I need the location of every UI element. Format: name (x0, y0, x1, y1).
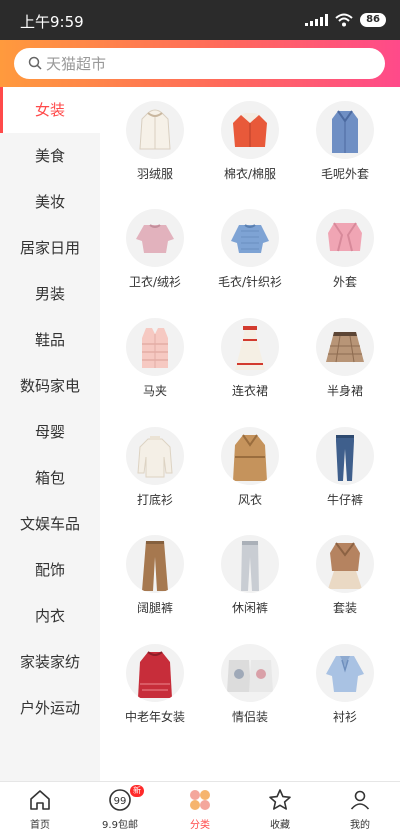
home-icon (30, 790, 50, 810)
cotton-coat-icon (233, 113, 267, 147)
category-sidebar: 女装 美食 美妆 居家日用 男装 鞋品 数码家电 母婴 箱包 文娱车品 配饰 内… (0, 87, 100, 781)
svg-text:99: 99 (114, 796, 127, 807)
sidebar-item-bags[interactable]: 箱包 (0, 455, 100, 501)
subcategory-label: 毛呢外套 (320, 167, 369, 181)
sidebar-item-food[interactable]: 美食 (0, 133, 100, 179)
category-icon (190, 790, 210, 810)
subcategory-dress[interactable]: 连衣裙 (200, 304, 300, 404)
sidebar-item-outdoor[interactable]: 户外运动 (0, 685, 100, 731)
subcategory-sweater[interactable]: 毛衣/针织衫 (200, 195, 300, 295)
subcategory-wool-coat[interactable]: 毛呢外套 (295, 87, 395, 187)
subcategory-label: 羽绒服 (136, 167, 173, 181)
tab-label: 收藏 (270, 820, 290, 831)
dress-icon (235, 326, 265, 370)
subcategory-jeans[interactable]: 牛仔裤 (295, 413, 395, 513)
signal-icon (305, 14, 329, 26)
subcategory-blouse[interactable]: 衬衫 (295, 630, 395, 730)
vest-icon (142, 328, 168, 368)
subcategory-label: 套装 (332, 601, 357, 615)
subcategory-elder-clothing[interactable]: 中老年女装 (105, 630, 205, 730)
bottom-tab-bar: 首页 99 新 9.9包邮 分类 收藏 我的 (0, 781, 400, 832)
sweatshirt-icon (136, 224, 174, 253)
subcategory-cotton-coat[interactable]: 棉衣/棉服 (200, 87, 300, 187)
subcategory-suit-set[interactable]: 套装 (295, 521, 395, 621)
subcategory-label: 情侣装 (231, 710, 268, 724)
sidebar-item-men[interactable]: 男装 (0, 271, 100, 317)
subcategory-wide-pants[interactable]: 阔腿裤 (105, 521, 205, 621)
tab-99-free-shipping[interactable]: 99 新 9.9包邮 (80, 782, 160, 832)
subcategory-trench-coat[interactable]: 风衣 (200, 413, 300, 513)
star-icon (269, 789, 291, 810)
sidebar-item-baby[interactable]: 母婴 (0, 409, 100, 455)
subcategory-jacket[interactable]: 外套 (295, 195, 395, 295)
subcategory-label: 半身裙 (326, 384, 363, 398)
subcategory-label: 中老年女装 (124, 710, 185, 724)
tab-label: 我的 (350, 820, 370, 831)
new-badge: 新 (130, 785, 144, 797)
sweater-icon (231, 224, 269, 253)
tab-favorites[interactable]: 收藏 (240, 782, 320, 832)
subcategory-sweatshirt[interactable]: 卫衣/绒衫 (105, 195, 205, 295)
subcategory-base-shirt[interactable]: 打底衫 (105, 413, 205, 513)
base-shirt-icon (137, 436, 173, 478)
tab-label: 分类 (190, 820, 210, 831)
subcategory-grid: 羽绒服 棉衣/棉服 毛呢外套 卫衣/绒衫 毛衣/针织衫 外套 马夹 连衣裙 半身… (100, 87, 400, 781)
couple-wear-icon (227, 660, 273, 692)
tab-label: 首页 (30, 820, 50, 831)
search-input[interactable] (46, 48, 366, 79)
subcategory-label: 毛衣/针织衫 (217, 275, 283, 289)
sidebar-item-beauty[interactable]: 美妆 (0, 179, 100, 225)
sidebar-item-home-textiles[interactable]: 家装家纺 (0, 639, 100, 685)
skirt-icon (326, 332, 364, 363)
wool-coat-icon (332, 110, 358, 153)
search-header (0, 40, 400, 87)
elder-clothing-icon (138, 651, 172, 698)
subcategory-label: 打底衫 (136, 493, 173, 507)
coin-99-icon: 99 (109, 789, 131, 811)
wide-pants-icon (142, 541, 168, 591)
tab-label: 9.9包邮 (102, 820, 138, 831)
sidebar-item-underwear[interactable]: 内衣 (0, 593, 100, 639)
search-box[interactable] (14, 48, 385, 79)
subcategory-down-jacket[interactable]: 羽绒服 (105, 87, 205, 187)
tab-mine[interactable]: 我的 (320, 782, 400, 832)
subcategory-label: 衬衫 (332, 710, 357, 724)
status-bar: 上午9:59 86 (0, 0, 400, 40)
blouse-icon (326, 656, 364, 692)
tab-home[interactable]: 首页 (0, 782, 80, 832)
search-icon (28, 56, 42, 70)
subcategory-label: 马夹 (142, 384, 167, 398)
sidebar-item-shoes[interactable]: 鞋品 (0, 317, 100, 363)
subcategory-label: 休闲裤 (231, 601, 268, 615)
subcategory-label: 外套 (332, 275, 357, 289)
subcategory-label: 风衣 (237, 493, 262, 507)
subcategory-casual-pants[interactable]: 休闲裤 (200, 521, 300, 621)
jacket-icon (328, 222, 362, 252)
sidebar-item-entertainment-car[interactable]: 文娱车品 (0, 501, 100, 547)
user-icon (350, 790, 370, 810)
down-jacket-icon (139, 109, 171, 150)
sidebar-item-electronics[interactable]: 数码家电 (0, 363, 100, 409)
wifi-icon (335, 13, 353, 27)
status-indicators: 86 (305, 13, 386, 27)
suit-set-icon (328, 542, 362, 589)
tab-category[interactable]: 分类 (160, 782, 240, 832)
battery-indicator: 86 (360, 13, 386, 27)
status-time: 上午9:59 (20, 13, 84, 31)
subcategory-skirt[interactable]: 半身裙 (295, 304, 395, 404)
sidebar-item-home-daily[interactable]: 居家日用 (0, 225, 100, 271)
sidebar-item-accessories[interactable]: 配饰 (0, 547, 100, 593)
subcategory-label: 阔腿裤 (136, 601, 173, 615)
trench-coat-icon (233, 434, 267, 481)
subcategory-couple-wear[interactable]: 情侣装 (200, 630, 300, 730)
subcategory-label: 连衣裙 (231, 384, 268, 398)
subcategory-vest[interactable]: 马夹 (105, 304, 205, 404)
subcategory-label: 卫衣/绒衫 (128, 275, 182, 289)
subcategory-label: 牛仔裤 (326, 493, 363, 507)
sidebar-item-women[interactable]: 女装 (0, 87, 100, 133)
subcategory-label: 棉衣/棉服 (223, 167, 277, 181)
casual-pants-icon (241, 541, 259, 591)
jeans-icon (336, 435, 354, 481)
